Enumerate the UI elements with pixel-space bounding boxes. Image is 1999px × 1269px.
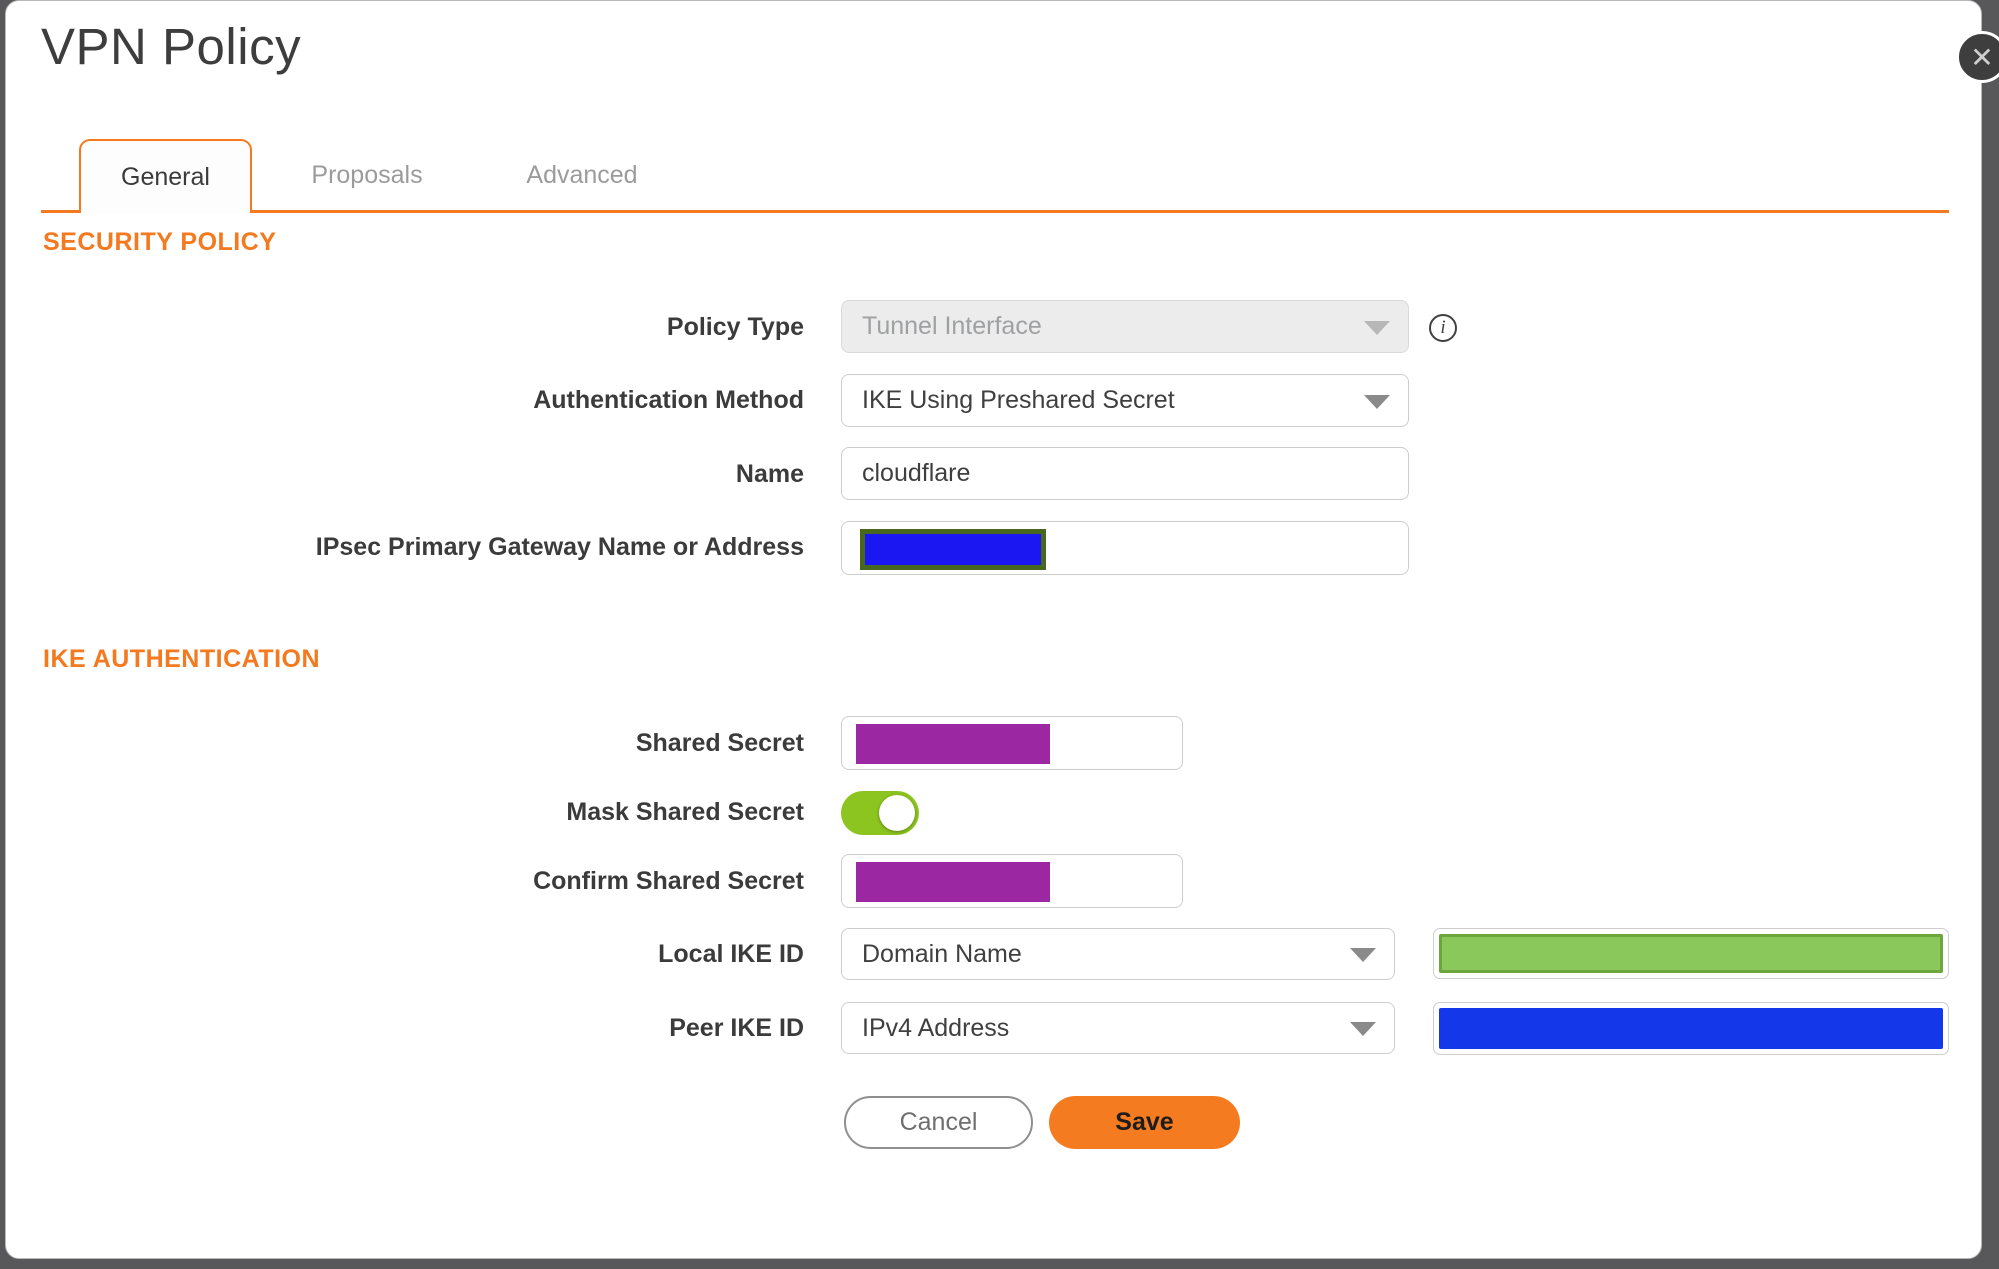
peer-ike-id-redaction-box	[1439, 1008, 1943, 1049]
page-title: VPN Policy	[41, 18, 302, 75]
policy-type-label: Policy Type	[666, 313, 804, 341]
gateway-redaction-box	[860, 529, 1046, 570]
peer-ike-id-select[interactable]: IPv4 Address	[841, 1002, 1395, 1054]
shared-secret-redaction-box	[856, 724, 1050, 764]
cancel-button[interactable]: Cancel	[844, 1096, 1033, 1149]
save-button-label: Save	[1115, 1108, 1174, 1136]
save-button[interactable]: Save	[1049, 1096, 1240, 1149]
local-ike-id-label: Local IKE ID	[658, 940, 804, 968]
peer-ike-id-value-input[interactable]	[1433, 1002, 1949, 1055]
policy-type-select: Tunnel Interface	[841, 300, 1409, 353]
info-icon-glyph: i	[1440, 317, 1446, 338]
chevron-down-icon	[1350, 948, 1376, 962]
tab-general[interactable]: General	[79, 139, 252, 213]
tab-advanced-label: Advanced	[526, 160, 638, 189]
toggle-knob	[879, 795, 915, 831]
auth-method-value: IKE Using Preshared Secret	[862, 386, 1175, 414]
peer-ike-id-label: Peer IKE ID	[669, 1014, 804, 1042]
mask-shared-secret-toggle[interactable]	[841, 791, 919, 835]
ike-authentication-heading: IKE AUTHENTICATION	[43, 645, 321, 673]
tab-proposals[interactable]: Proposals	[267, 139, 467, 211]
info-icon[interactable]: i	[1429, 314, 1457, 342]
gateway-label: IPsec Primary Gateway Name or Address	[315, 533, 804, 561]
tab-advanced[interactable]: Advanced	[482, 139, 682, 211]
confirm-shared-secret-redaction-box	[856, 862, 1050, 902]
local-ike-id-value-input[interactable]	[1433, 928, 1949, 979]
chevron-down-icon	[1350, 1022, 1376, 1036]
mask-shared-secret-label: Mask Shared Secret	[566, 798, 804, 826]
chevron-down-icon	[1364, 320, 1390, 335]
screen: VPN Policy General Proposals Advanced SE…	[0, 0, 1999, 1269]
gateway-input[interactable]	[841, 521, 1409, 575]
local-ike-id-redaction-box	[1439, 934, 1943, 973]
shared-secret-input[interactable]	[841, 716, 1183, 770]
close-button[interactable]: ✕	[1956, 31, 1999, 83]
tab-proposals-label: Proposals	[311, 160, 423, 189]
cancel-button-label: Cancel	[899, 1108, 978, 1136]
local-ike-id-select[interactable]: Domain Name	[841, 928, 1395, 980]
vpn-policy-dialog: VPN Policy General Proposals Advanced SE…	[5, 0, 1982, 1259]
local-ike-id-type: Domain Name	[862, 939, 1022, 968]
shared-secret-label: Shared Secret	[635, 729, 804, 757]
peer-ike-id-type: IPv4 Address	[862, 1013, 1010, 1042]
tab-general-label: General	[121, 162, 210, 191]
name-value: cloudflare	[862, 459, 971, 487]
auth-method-label: Authentication Method	[533, 386, 804, 414]
name-input[interactable]: cloudflare	[841, 447, 1409, 500]
tab-underline	[41, 210, 1949, 213]
chevron-down-icon	[1364, 394, 1390, 409]
confirm-shared-secret-input[interactable]	[841, 854, 1183, 908]
confirm-shared-secret-label: Confirm Shared Secret	[533, 867, 804, 895]
auth-method-select[interactable]: IKE Using Preshared Secret	[841, 374, 1409, 427]
name-label: Name	[735, 460, 804, 488]
security-policy-heading: SECURITY POLICY	[43, 228, 277, 256]
close-icon: ✕	[1970, 41, 1994, 73]
policy-type-value: Tunnel Interface	[862, 312, 1042, 340]
